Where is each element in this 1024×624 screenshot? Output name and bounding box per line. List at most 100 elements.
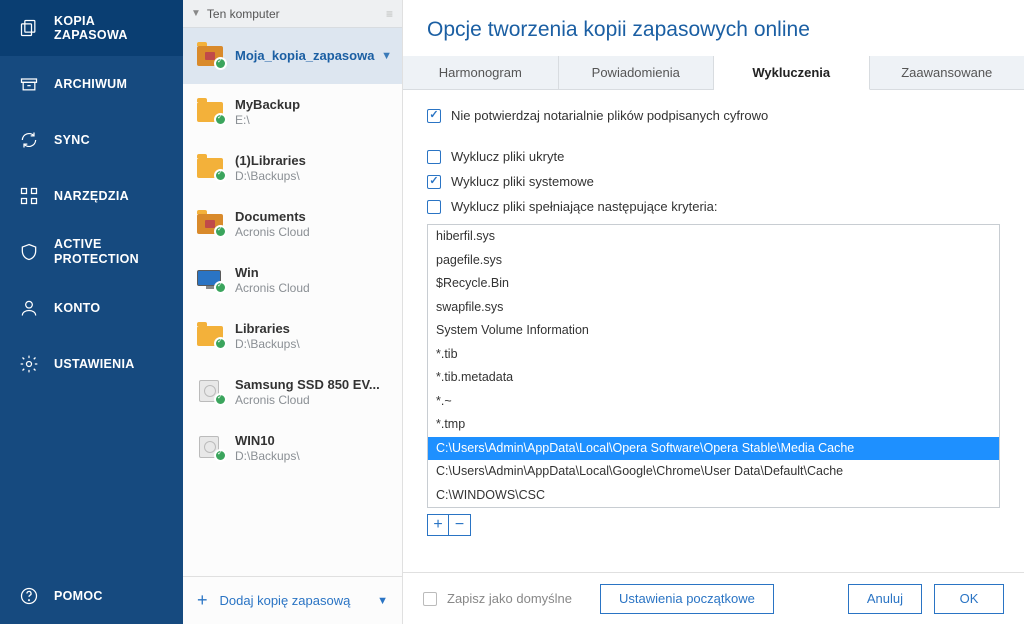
folder-icon	[197, 324, 225, 348]
exclusion-row[interactable]: C:\WINDOWS\CSC	[428, 484, 999, 508]
checkbox-criteria[interactable]	[427, 200, 441, 214]
backup-name: Samsung SSD 850 EV...	[235, 377, 392, 392]
tab-powiadomienia[interactable]: Powiadomienia	[559, 56, 715, 89]
plus-icon: +	[197, 590, 208, 611]
check-criteria-row[interactable]: Wyklucz pliki spełniające następujące kr…	[427, 199, 1000, 214]
backup-name: (1)Libraries	[235, 153, 392, 168]
check-notarize-row[interactable]: Nie potwierdzaj notarialnie plików podpi…	[427, 108, 1000, 123]
exclusion-row[interactable]: *.tib	[428, 343, 999, 367]
copy-icon	[18, 17, 40, 39]
add-backup-button[interactable]: + Dodaj kopię zapasową ▼	[183, 576, 402, 624]
help-icon	[18, 585, 40, 607]
checkbox-hidden[interactable]	[427, 150, 441, 164]
nav-backup[interactable]: KOPIA ZAPASOWA	[0, 0, 183, 56]
exclusion-row[interactable]: C:\Users\Admin\AppData\Local\Google\Chro…	[428, 460, 999, 484]
backup-name: MyBackup	[235, 97, 392, 112]
backup-path: Acronis Cloud	[235, 281, 392, 295]
brief-icon	[197, 212, 225, 236]
menu-icon[interactable]: ≡	[386, 7, 394, 21]
check-label: Wyklucz pliki systemowe	[451, 174, 594, 189]
exclusion-row[interactable]: pagefile.sys	[428, 249, 999, 273]
brief-icon	[197, 44, 225, 68]
exclusion-row[interactable]: *.tmp	[428, 413, 999, 437]
folder-icon	[197, 156, 225, 180]
backup-path: D:\Backups\	[235, 337, 392, 351]
tab-content: Nie potwierdzaj notarialnie plików podpi…	[403, 90, 1024, 572]
exclusion-row[interactable]: hiberfil.sys	[428, 225, 999, 249]
account-icon	[18, 297, 40, 319]
tabs: HarmonogramPowiadomieniaWykluczeniaZaawa…	[403, 56, 1024, 90]
backup-item[interactable]: Samsung SSD 850 EV...Acronis Cloud	[183, 364, 402, 420]
nav-label: NARZĘDZIA	[54, 189, 129, 203]
nav-label: USTAWIENIA	[54, 357, 135, 371]
exclusion-row[interactable]: System Volume Information	[428, 319, 999, 343]
shield-icon	[18, 241, 40, 263]
exclusion-row[interactable]: *.~	[428, 390, 999, 414]
exclusion-row[interactable]: $Recycle.Bin	[428, 272, 999, 296]
save-default-label: Zapisz jako domyślne	[447, 591, 572, 606]
check-label: Wyklucz pliki ukryte	[451, 149, 564, 164]
backup-path: Acronis Cloud	[235, 393, 392, 407]
nav-tools[interactable]: NARZĘDZIA	[0, 168, 183, 224]
backup-list-title: Ten komputer	[207, 7, 280, 21]
backup-item[interactable]: DocumentsAcronis Cloud	[183, 196, 402, 252]
backup-path: Acronis Cloud	[235, 225, 392, 239]
nav-sync[interactable]: SYNC	[0, 112, 183, 168]
checkbox-notarize[interactable]	[427, 109, 441, 123]
backup-name: Documents	[235, 209, 392, 224]
page-title: Opcje tworzenia kopii zapasowych online	[403, 0, 1024, 56]
exclusion-row[interactable]: C:\Users\Admin\AppData\Local\Opera Softw…	[428, 437, 999, 461]
check-system-row[interactable]: Wyklucz pliki systemowe	[427, 174, 1000, 189]
tab-wykluczenia[interactable]: Wykluczenia	[714, 56, 870, 90]
backup-path: D:\Backups\	[235, 449, 392, 463]
nav-label: SYNC	[54, 133, 90, 147]
backup-item[interactable]: LibrariesD:\Backups\	[183, 308, 402, 364]
exclusion-list[interactable]: hiberfil.syspagefile.sys$Recycle.Binswap…	[427, 224, 1000, 508]
nav-label: ACTIVEPROTECTION	[54, 237, 139, 267]
sync-icon	[18, 129, 40, 151]
settings-icon	[18, 353, 40, 375]
nav-help[interactable]: POMOC	[0, 568, 183, 624]
backup-item[interactable]: Moja_kopia_zapasowa ▼	[183, 28, 402, 84]
main-nav: KOPIA ZAPASOWA ARCHIWUM SYNC NARZĘDZIA A…	[0, 0, 183, 624]
backup-name: Win	[235, 265, 392, 280]
backup-item[interactable]: MyBackupE:\	[183, 84, 402, 140]
exclusion-row[interactable]: *.tib.metadata	[428, 366, 999, 390]
chevron-down-icon[interactable]: ▼	[377, 595, 388, 607]
checkbox-save-default[interactable]	[423, 592, 437, 606]
backup-item[interactable]: (1)LibrariesD:\Backups\	[183, 140, 402, 196]
check-hidden-row[interactable]: Wyklucz pliki ukryte	[427, 149, 1000, 164]
archive-icon	[18, 73, 40, 95]
backup-path: D:\Backups\	[235, 169, 392, 183]
folder-icon	[197, 100, 225, 124]
nav-settings[interactable]: USTAWIENIA	[0, 336, 183, 392]
ok-button[interactable]: OK	[934, 584, 1004, 614]
backup-path: E:\	[235, 113, 392, 127]
nav-account[interactable]: KONTO	[0, 280, 183, 336]
check-label: Nie potwierdzaj notarialnie plików podpi…	[451, 108, 768, 123]
nav-archive[interactable]: ARCHIWUM	[0, 56, 183, 112]
add-backup-label: Dodaj kopię zapasową	[220, 593, 351, 608]
backup-item[interactable]: WinAcronis Cloud	[183, 252, 402, 308]
nav-label: KOPIA ZAPASOWA	[54, 14, 165, 42]
nav-label: KONTO	[54, 301, 100, 315]
backup-list-header[interactable]: ▼ Ten komputer ≡	[183, 0, 402, 28]
tools-icon	[18, 185, 40, 207]
check-label: Wyklucz pliki spełniające następujące kr…	[451, 199, 718, 214]
tab-harmonogram[interactable]: Harmonogram	[403, 56, 559, 89]
chevron-down-icon[interactable]: ▼	[381, 50, 392, 62]
chevron-down-icon: ▼	[191, 8, 201, 19]
save-default-row[interactable]: Zapisz jako domyślne	[423, 591, 572, 606]
initial-settings-button[interactable]: Ustawienia początkowe	[600, 584, 774, 614]
checkbox-system[interactable]	[427, 175, 441, 189]
disk-icon	[197, 380, 225, 404]
remove-exclusion-button[interactable]: −	[449, 514, 471, 536]
exclusion-row[interactable]: swapfile.sys	[428, 296, 999, 320]
nav-active-protection[interactable]: ACTIVEPROTECTION	[0, 224, 183, 280]
add-exclusion-button[interactable]: +	[427, 514, 449, 536]
footer: Zapisz jako domyślne Ustawienia początko…	[403, 572, 1024, 624]
tab-zaawansowane[interactable]: Zaawansowane	[870, 56, 1024, 89]
backup-name: Moja_kopia_zapasowa	[235, 48, 377, 63]
backup-item[interactable]: WIN10D:\Backups\	[183, 420, 402, 476]
cancel-button[interactable]: Anuluj	[848, 584, 922, 614]
